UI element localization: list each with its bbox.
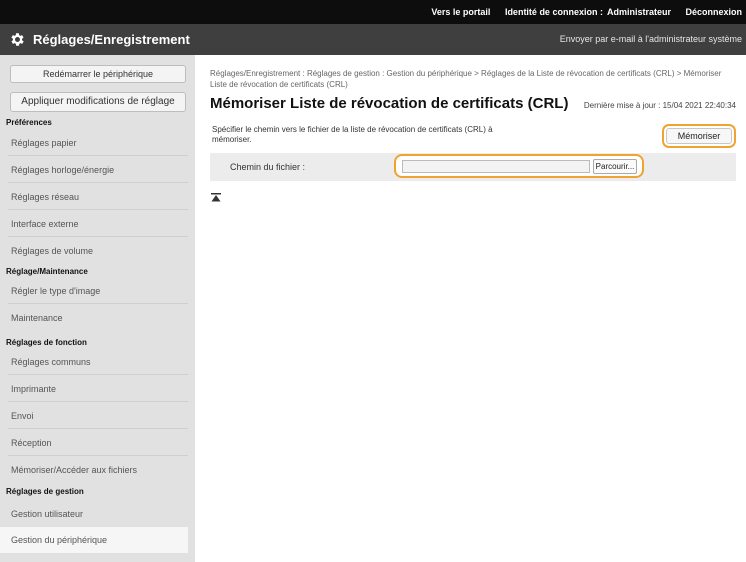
- description-text: Spécifier le chemin vers le fichier de l…: [212, 125, 493, 144]
- divider: [8, 236, 188, 237]
- divider: [8, 455, 188, 456]
- sidebar: Redémarrer le périphérique Appliquer mod…: [0, 55, 195, 562]
- email-admin-link[interactable]: Envoyer par e-mail à l'administrateur sy…: [560, 24, 742, 55]
- sidebar-item-common[interactable]: Réglages communs: [11, 357, 91, 367]
- last-update-timestamp: Dernière mise à jour : 15/04 2021 22:40:…: [583, 101, 736, 110]
- sidebar-item-volume[interactable]: Réglages de volume: [11, 246, 93, 256]
- sidebar-heading-preferences: Préférences: [6, 118, 52, 127]
- file-path-highlight: Parcourir...: [394, 154, 644, 178]
- logout-link[interactable]: Déconnexion: [685, 7, 742, 17]
- divider: [8, 182, 188, 183]
- sidebar-heading-adjustment: Réglage/Maintenance: [6, 267, 88, 276]
- sidebar-item-image-type[interactable]: Régler le type d'image: [11, 286, 100, 296]
- file-path-row: Chemin du fichier : Parcourir...: [210, 153, 736, 181]
- sidebar-item-send[interactable]: Envoi: [11, 411, 34, 421]
- sidebar-item-external-interface[interactable]: Interface externe: [11, 219, 79, 229]
- top-links: Vers le portail Identité de connexion :A…: [419, 0, 742, 24]
- sidebar-item-device-management[interactable]: Gestion du périphérique: [0, 527, 188, 553]
- memoriser-button[interactable]: Mémoriser: [666, 128, 732, 144]
- apply-settings-button[interactable]: Appliquer modifications de réglage: [10, 92, 186, 112]
- divider: [8, 303, 188, 304]
- memoriser-button-highlight: Mémoriser: [662, 124, 736, 148]
- sidebar-item-printer[interactable]: Imprimante: [11, 384, 56, 394]
- divider: [8, 155, 188, 156]
- sidebar-item-label: Gestion du périphérique: [11, 535, 108, 545]
- sidebar-item-user-management[interactable]: Gestion utilisateur: [11, 509, 83, 519]
- header-bar: Réglages/Enregistrement Envoyer par e-ma…: [0, 24, 746, 55]
- divider: [8, 374, 188, 375]
- gear-icon: [11, 33, 24, 46]
- sidebar-item-maintenance[interactable]: Maintenance: [11, 313, 63, 323]
- divider: [8, 428, 188, 429]
- sidebar-item-receive[interactable]: Réception: [11, 438, 52, 448]
- portal-link[interactable]: Vers le portail: [431, 7, 490, 17]
- header-title: Réglages/Enregistrement: [33, 32, 190, 47]
- page-title: Mémoriser Liste de révocation de certifi…: [210, 95, 569, 112]
- sidebar-item-store-access-files[interactable]: Mémoriser/Accéder aux fichiers: [11, 465, 137, 475]
- divider: [8, 401, 188, 402]
- top-bar: Vers le portail Identité de connexion :A…: [0, 0, 746, 24]
- sidebar-heading-management: Réglages de gestion: [6, 487, 84, 496]
- sidebar-item-clock-energy[interactable]: Réglages horloge/énergie: [11, 165, 114, 175]
- user-name: Administrateur: [606, 7, 671, 17]
- breadcrumb: Réglages/Enregistrement : Réglages de ge…: [210, 69, 722, 89]
- file-path-label: Chemin du fichier :: [230, 162, 306, 172]
- sidebar-heading-function: Réglages de fonction: [6, 338, 87, 347]
- divider: [8, 209, 188, 210]
- browse-button[interactable]: Parcourir...: [593, 159, 637, 174]
- login-id-label: Identité de connexion :: [504, 7, 603, 17]
- sidebar-item-paper[interactable]: Réglages papier: [11, 138, 77, 148]
- file-path-input[interactable]: [402, 160, 590, 173]
- back-to-top-icon[interactable]: [211, 193, 221, 202]
- restart-device-button[interactable]: Redémarrer le périphérique: [10, 65, 186, 83]
- sidebar-item-network[interactable]: Réglages réseau: [11, 192, 79, 202]
